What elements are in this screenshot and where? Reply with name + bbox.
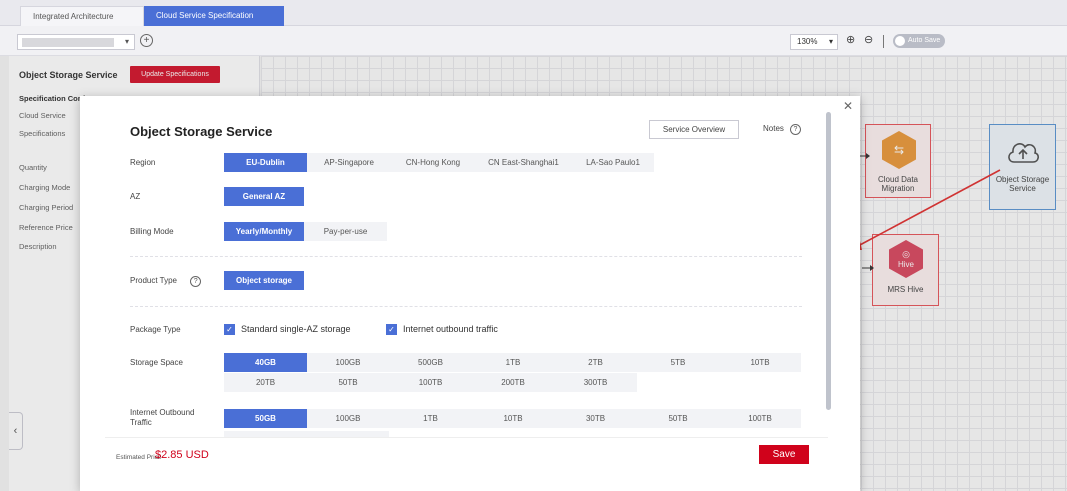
storage-option[interactable]: 100TB (389, 373, 472, 392)
checkbox-checked-icon: ✓ (386, 324, 397, 336)
package-option-standard-single-az[interactable]: ✓ Standard single-AZ storage (224, 323, 351, 336)
az-option-general[interactable]: General AZ (224, 187, 304, 206)
storage-option[interactable]: 40GB (224, 353, 307, 372)
region-label: Region (130, 158, 156, 167)
region-option-la-sao-paulo1[interactable]: LA-Sao Paulo1 (572, 153, 654, 172)
billing-option-pay-per-use[interactable]: Pay-per-use (304, 222, 387, 241)
outbound-option[interactable]: 100GB (307, 409, 389, 428)
billing-option-yearly-monthly[interactable]: Yearly/Monthly (224, 222, 304, 241)
service-overview-button[interactable]: Service Overview (649, 120, 739, 139)
region-option-eu-dublin[interactable]: EU-Dublin (224, 153, 307, 172)
region-option-cn-east-shanghai1[interactable]: CN East-Shanghai1 (475, 153, 572, 172)
storage-option[interactable]: 10TB (719, 353, 801, 372)
package-option-label: Standard single-AZ storage (241, 324, 351, 334)
storage-option[interactable]: 200TB (472, 373, 554, 392)
outbound-option[interactable]: 50GB (224, 409, 307, 428)
dialog-footer: Estimated Price $2.85 USD Save (105, 437, 828, 475)
outbound-option[interactable]: 30TB (554, 409, 637, 428)
storage-option[interactable]: 1TB (472, 353, 554, 372)
notes-link[interactable]: Notes? (763, 124, 801, 135)
storage-option[interactable]: 5TB (637, 353, 719, 372)
section-divider (130, 256, 802, 257)
help-icon[interactable]: ? (190, 276, 202, 287)
storage-option[interactable]: 20TB (224, 373, 307, 392)
product-type-label: Product Type ? (130, 276, 202, 287)
internet-outbound-label: Internet Outbound Traffic (130, 408, 195, 427)
billing-mode-label: Billing Mode (130, 227, 174, 236)
az-label: AZ (130, 192, 141, 201)
storage-option[interactable]: 50TB (307, 373, 389, 392)
region-option-ap-singapore[interactable]: AP-Singapore (307, 153, 391, 172)
help-icon: ? (789, 124, 801, 135)
notes-label: Notes (763, 124, 784, 133)
storage-option[interactable]: 500GB (389, 353, 472, 372)
region-option-cn-hong-kong[interactable]: CN-Hong Kong (391, 153, 475, 172)
estimated-price-value: $2.85 USD (155, 449, 209, 461)
storage-option[interactable]: 100GB (307, 353, 389, 372)
checkbox-checked-icon: ✓ (224, 324, 235, 336)
storage-option[interactable]: 2TB (554, 353, 637, 372)
close-icon[interactable]: ✕ (843, 99, 853, 113)
package-type-label: Package Type (130, 325, 181, 334)
product-type-text: Product Type (130, 276, 177, 285)
dialog-title: Object Storage Service (130, 124, 273, 139)
outbound-option[interactable]: 1TB (389, 409, 472, 428)
specification-panel: Object Storage Service Service Overview … (105, 112, 828, 437)
outbound-option[interactable]: 50TB (637, 409, 719, 428)
dialog-scrollbar[interactable] (826, 112, 831, 410)
section-divider (130, 306, 802, 307)
package-option-internet-outbound[interactable]: ✓ Internet outbound traffic (386, 323, 498, 336)
product-type-option-object-storage[interactable]: Object storage (224, 271, 304, 290)
storage-option[interactable]: 300TB (554, 373, 637, 392)
save-button[interactable]: Save (759, 445, 809, 464)
package-option-label: Internet outbound traffic (403, 324, 498, 334)
storage-space-label: Storage Space (130, 358, 183, 367)
outbound-option[interactable]: 100TB (719, 409, 801, 428)
outbound-option[interactable]: 10TB (472, 409, 554, 428)
